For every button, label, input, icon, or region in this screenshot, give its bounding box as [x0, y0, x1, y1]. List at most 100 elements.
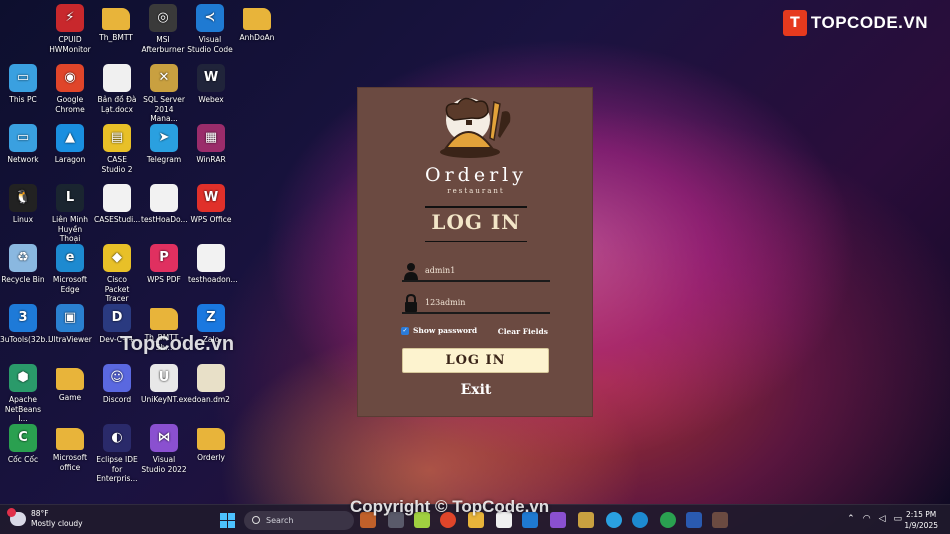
wifi-icon[interactable]: ◠	[863, 514, 871, 524]
taskbar-search[interactable]: Search	[244, 511, 354, 530]
desktop-icon-label: Apache NetBeans I...	[4, 395, 42, 423]
cloud-icon	[7, 508, 26, 526]
search-placeholder: Search	[266, 516, 294, 525]
desktop-icon[interactable]: ☺ Discord	[94, 364, 140, 405]
desktop-icon[interactable]: e Microsoft Edge	[47, 244, 93, 294]
desktop-icon[interactable]: Microsoft office	[47, 424, 93, 472]
chevron-up-icon[interactable]: ⌃	[847, 514, 855, 524]
desktop-icon-label: Bản đồ Đà Lạt.docx	[97, 95, 137, 114]
search-icon	[252, 516, 260, 524]
clear-fields-button[interactable]: Clear Fields	[498, 327, 548, 336]
desktop-icon[interactable]: CASEStudi...	[94, 184, 140, 225]
desktop-icon[interactable]: Game	[47, 364, 93, 403]
desktop-icon[interactable]: Th_BMTT	[93, 4, 139, 43]
desktop-icon[interactable]: ▭ This PC	[0, 64, 46, 105]
desktop-icon[interactable]: W Webex	[188, 64, 234, 105]
desktop-icon-label: Liên Minh Huyền Thoại	[51, 215, 89, 243]
password-field[interactable]: 123admin	[402, 292, 550, 314]
desktop-icon[interactable]: ▣ UltraViewer	[47, 304, 93, 345]
lock-icon	[405, 294, 417, 312]
network-icon: ▭	[9, 124, 37, 152]
desktop-icon[interactable]: Orderly	[188, 424, 234, 463]
edge-icon[interactable]	[632, 512, 648, 528]
desktop-icon[interactable]: ▭ Network	[0, 124, 46, 165]
desktop-icon[interactable]: 🐧 Linux	[0, 184, 46, 225]
vs2022-icon[interactable]	[550, 512, 566, 528]
show-password-label: Show password	[413, 326, 478, 335]
desktop-icon-label: doan.dm2	[192, 395, 230, 404]
clock-time: 2:15 PM	[906, 510, 937, 519]
msi-icon: ◎	[149, 4, 177, 32]
desktop-icon[interactable]: ♻ Recycle Bin	[0, 244, 46, 285]
desktop-icon[interactable]: L Liên Minh Huyền Thoại	[47, 184, 93, 244]
telegram-icon: ➤	[150, 124, 178, 152]
desktop-icon-label: Recycle Bin	[1, 275, 45, 284]
desktop-icon-label: AnhDoAn	[239, 33, 275, 42]
desktop-icon[interactable]: ◐ Eclipse IDE for Enterpris...	[94, 424, 140, 484]
desktop-icon-label: Th_BMTT	[99, 33, 133, 42]
desktop-icon[interactable]: U UniKeyNT.exe	[141, 364, 192, 405]
desktop-icon[interactable]: ⚡ CPUID HWMonitor	[47, 4, 93, 54]
desktop-icon[interactable]: ⋈ Visual Studio 2022	[141, 424, 187, 474]
windows-start-icon[interactable]	[220, 513, 235, 528]
weather-temp: 88°F	[31, 509, 49, 518]
desktop-icon-label: CASE Studio 2	[101, 155, 133, 174]
desktop-icon[interactable]: 3 3uTools(32b...	[0, 304, 52, 345]
pc-icon: ▭	[9, 64, 37, 92]
folder-icon	[150, 308, 178, 330]
desktop-icon-label: Microsoft office	[52, 453, 88, 472]
vscode-icon: ≺	[196, 4, 224, 32]
desktop-icon[interactable]: ⬢ Apache NetBeans I...	[0, 364, 46, 424]
linux-icon: 🐧	[9, 184, 37, 212]
desktop-icon[interactable]: C Cốc Cốc	[0, 424, 46, 465]
username-field[interactable]: admin1	[402, 260, 550, 282]
copyright-watermark: Copyright © TopCode.vn	[350, 497, 550, 516]
desktop-icon[interactable]: ◆ Cisco Packet Tracer	[94, 244, 140, 304]
desktop-icon[interactable]: AnhDoAn	[234, 4, 280, 43]
messenger-icon[interactable]	[606, 512, 622, 528]
system-tray[interactable]: ⌃ ◠ ◁ ▭	[847, 514, 902, 524]
show-password-toggle[interactable]: ✓ Show password	[401, 326, 477, 335]
topcode-logo-text: TOPCODE.VN	[810, 13, 928, 32]
desktop-icon-label: Telegram	[146, 155, 182, 164]
coccoc-icon[interactable]	[660, 512, 676, 528]
desktop-icon[interactable]: Bản đồ Đà Lạt.docx	[94, 64, 140, 114]
desktop-icon[interactable]: ◉ Google Chrome	[47, 64, 93, 114]
devcpp-icon: D	[103, 304, 131, 332]
desktop-icon[interactable]: testHoaDo...	[141, 184, 188, 225]
desktop-icon[interactable]: ▦ WinRAR	[188, 124, 234, 165]
login-button[interactable]: LOG IN	[402, 348, 549, 373]
desktop-icon-label: UniKeyNT.exe	[141, 395, 192, 404]
desktop-icon[interactable]: ◎ MSI Afterburner	[140, 4, 186, 54]
sql-icon[interactable]	[578, 512, 594, 528]
desktop-icon[interactable]: W WPS Office	[188, 184, 234, 225]
username-value[interactable]: admin1	[425, 266, 455, 275]
desktop-icon-label: WPS PDF	[147, 275, 181, 284]
weather-widget[interactable]: 88°F Mostly cloudy	[7, 508, 83, 529]
clock[interactable]: 2:15 PM 1/9/2025	[904, 509, 938, 531]
desktop-icon[interactable]: ▲ Laragon	[47, 124, 93, 165]
app-subtitle: restaurant	[447, 187, 505, 195]
folder-icon	[102, 8, 130, 30]
desktop-icon[interactable]: ≺ Visual Studio Code	[187, 4, 233, 54]
desktop-icon[interactable]: doan.dm2	[188, 364, 234, 405]
battery-icon[interactable]: ▭	[893, 514, 902, 524]
show-password-checkbox[interactable]: ✓	[401, 326, 409, 335]
folder-icon	[56, 428, 84, 450]
divider	[425, 241, 527, 242]
desktop-icon[interactable]: ▤ CASE Studio 2	[94, 124, 140, 174]
desktop-icon[interactable]: ➤ Telegram	[141, 124, 187, 165]
watermark: TopCode.vn	[120, 333, 235, 355]
volume-icon[interactable]: ◁	[879, 514, 886, 524]
desktop-icon-label: UltraViewer	[48, 335, 92, 344]
desktop-icon-label: CASEStudi...	[94, 215, 141, 224]
word-icon[interactable]	[686, 512, 702, 528]
desktop-icon-label: Visual Studio Code	[187, 35, 233, 54]
zalo-icon: Z	[197, 304, 225, 332]
desktop-icon[interactable]: testhoadon...	[188, 244, 238, 285]
exit-button[interactable]: Exit	[358, 382, 594, 398]
orderly-app-icon[interactable]	[712, 512, 728, 528]
desktop-icon[interactable]: ✕ SQL Server 2014 Mana...	[141, 64, 187, 124]
desktop-icon[interactable]: P WPS PDF	[141, 244, 187, 285]
password-value[interactable]: 123admin	[425, 298, 465, 307]
